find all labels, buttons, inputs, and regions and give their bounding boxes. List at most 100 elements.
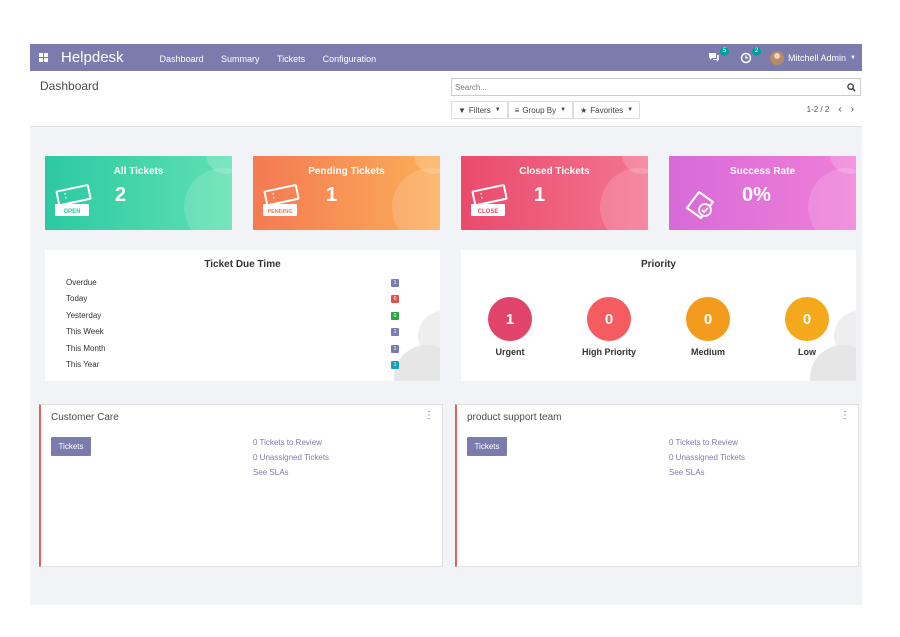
card-value: 1	[533, 184, 546, 206]
team-tickets-button[interactable]: Tickets	[467, 437, 507, 456]
search-input[interactable]	[455, 82, 842, 92]
pager-value[interactable]: 1-2 / 2	[807, 105, 830, 114]
control-panel: Dashboard ▼ Filters ▼ ≡ Group By ▼ ★ Fav…	[30, 71, 862, 127]
due-count: 1	[391, 345, 399, 353]
priority-panel: Priority 1 Urgent 0 High Priority 0 Medi…	[461, 250, 856, 381]
page-title: Dashboard	[40, 79, 99, 93]
priority-low-count[interactable]: 0	[785, 297, 829, 341]
user-menu[interactable]: Mitchell Admin ▼	[770, 50, 856, 65]
due-row-overdue[interactable]: Overdue 1	[66, 278, 401, 290]
filters-button[interactable]: ▼ Filters ▼	[451, 101, 508, 119]
group-by-label: Group By	[522, 105, 557, 115]
success-rate-card[interactable]: Success Rate 0%	[669, 156, 856, 230]
tickets-to-review-link[interactable]: 0 Tickets to Review	[253, 438, 329, 447]
see-slas-link[interactable]: See SLAs	[253, 468, 329, 477]
more-vertical-icon[interactable]: ⋮	[840, 410, 850, 421]
card-title: Success Rate	[729, 166, 796, 177]
pending-tickets-card[interactable]: PENDING Pending Tickets 1	[253, 156, 440, 230]
all-tickets-card[interactable]: OPEN All Tickets 2	[45, 156, 232, 230]
group-by-button[interactable]: ≡ Group By ▼	[507, 101, 574, 119]
due-label: This Week	[66, 327, 104, 336]
chevron-left-icon[interactable]: ‹	[838, 104, 841, 115]
more-vertical-icon[interactable]: ⋮	[424, 410, 434, 421]
caret-down-icon: ▼	[560, 107, 567, 113]
filter-icon: ▼	[458, 105, 466, 115]
ticket-tag: PENDING	[267, 209, 292, 215]
priority-high-label: High Priority	[581, 347, 636, 357]
caret-down-icon: ▼	[850, 54, 856, 61]
team-name[interactable]: Customer Care	[51, 412, 119, 423]
tickets-to-review-link[interactable]: 0 Tickets to Review	[669, 438, 745, 447]
favorites-button[interactable]: ★ Favorites ▼	[573, 101, 641, 119]
ticket-tag: OPEN	[63, 209, 80, 215]
ticket-tag: CLOSE	[478, 209, 499, 215]
due-row-this-year[interactable]: This Year 1	[66, 360, 401, 372]
due-row-this-month[interactable]: This Month 1	[66, 344, 401, 356]
main-menu: Dashboard Summary Tickets Configuration	[160, 49, 390, 67]
activity-badge: 2	[752, 46, 762, 56]
menu-summary[interactable]: Summary	[221, 54, 260, 64]
card-value: 1	[325, 184, 338, 206]
chevron-right-icon[interactable]: ›	[851, 104, 854, 115]
messages-badge: 5	[720, 46, 730, 56]
due-label: Today	[66, 294, 88, 303]
navbar-systray: 5 2 Mitchell Admin ▼	[706, 44, 862, 71]
due-count: 1	[391, 361, 399, 369]
unassigned-tickets-link[interactable]: 0 Unassigned Tickets	[253, 453, 329, 462]
team-name[interactable]: product support team	[467, 412, 562, 423]
team-links: 0 Tickets to Review 0 Unassigned Tickets…	[669, 438, 745, 483]
due-row-this-week[interactable]: This Week 1	[66, 327, 401, 339]
team-card-customer-care: Customer Care ⋮ Tickets 0 Tickets to Rev…	[39, 404, 443, 567]
due-row-today[interactable]: Today 0	[66, 294, 401, 306]
team-tickets-button[interactable]: Tickets	[51, 437, 91, 456]
priority-medium-label: Medium	[690, 347, 725, 357]
ticket-due-time-panel: Ticket Due Time Overdue 1 Today 0 Yester…	[45, 250, 440, 381]
see-slas-link[interactable]: See SLAs	[669, 468, 745, 477]
priority-high-count[interactable]: 0	[587, 297, 631, 341]
due-count: 1	[391, 279, 399, 287]
priority-medium-count[interactable]: 0	[686, 297, 730, 341]
panel-title: Ticket Due Time	[204, 259, 281, 270]
star-icon: ★	[580, 105, 588, 115]
search-options: ▼ Filters ▼ ≡ Group By ▼ ★ Favorites ▼	[451, 101, 641, 119]
priority-urgent-label: Urgent	[495, 347, 525, 357]
due-count: 0	[391, 312, 399, 320]
priority-low-label: Low	[798, 347, 816, 357]
avatar	[770, 50, 785, 65]
unassigned-tickets-link[interactable]: 0 Unassigned Tickets	[669, 453, 745, 462]
search-icon[interactable]	[842, 82, 860, 92]
team-links: 0 Tickets to Review 0 Unassigned Tickets…	[253, 438, 329, 483]
menu-dashboard[interactable]: Dashboard	[160, 54, 204, 64]
apps-menu-icon[interactable]	[33, 44, 53, 71]
caret-down-icon: ▼	[494, 107, 501, 113]
menu-configuration[interactable]: Configuration	[323, 54, 377, 64]
due-label: This Year	[66, 360, 100, 369]
due-label: Overdue	[66, 278, 97, 287]
card-title: Pending Tickets	[308, 166, 385, 177]
due-count: 0	[391, 295, 399, 303]
card-value: 0%	[742, 184, 771, 206]
team-card-product-support: product support team ⋮ Tickets 0 Tickets…	[455, 404, 859, 567]
top-navbar: Helpdesk Dashboard Summary Tickets Confi…	[30, 44, 862, 71]
due-label: This Month	[66, 344, 106, 353]
search-box	[451, 78, 861, 96]
closed-tickets-card[interactable]: CLOSE Closed Tickets 1	[461, 156, 648, 230]
caret-down-icon: ▼	[627, 107, 634, 113]
panel-title: Priority	[640, 259, 676, 270]
menu-tickets[interactable]: Tickets	[277, 54, 305, 64]
favorites-label: Favorites	[590, 105, 624, 115]
messages-icon[interactable]: 5	[706, 46, 730, 66]
card-title: All Tickets	[113, 166, 164, 177]
card-value: 2	[114, 184, 127, 206]
list-icon: ≡	[514, 105, 520, 115]
pager: 1-2 / 2 ‹ ›	[807, 104, 854, 115]
activity-clock-icon[interactable]: 2	[738, 46, 762, 66]
due-row-yesterday[interactable]: Yesterday 0	[66, 311, 401, 323]
filters-label: Filters	[468, 105, 491, 115]
app-brand[interactable]: Helpdesk	[61, 49, 124, 66]
helpdesk-app: Helpdesk Dashboard Summary Tickets Confi…	[30, 44, 862, 605]
due-label: Yesterday	[66, 311, 102, 320]
user-name: Mitchell Admin	[788, 52, 847, 63]
priority-urgent-count[interactable]: 1	[488, 297, 532, 341]
due-count: 1	[391, 328, 399, 336]
